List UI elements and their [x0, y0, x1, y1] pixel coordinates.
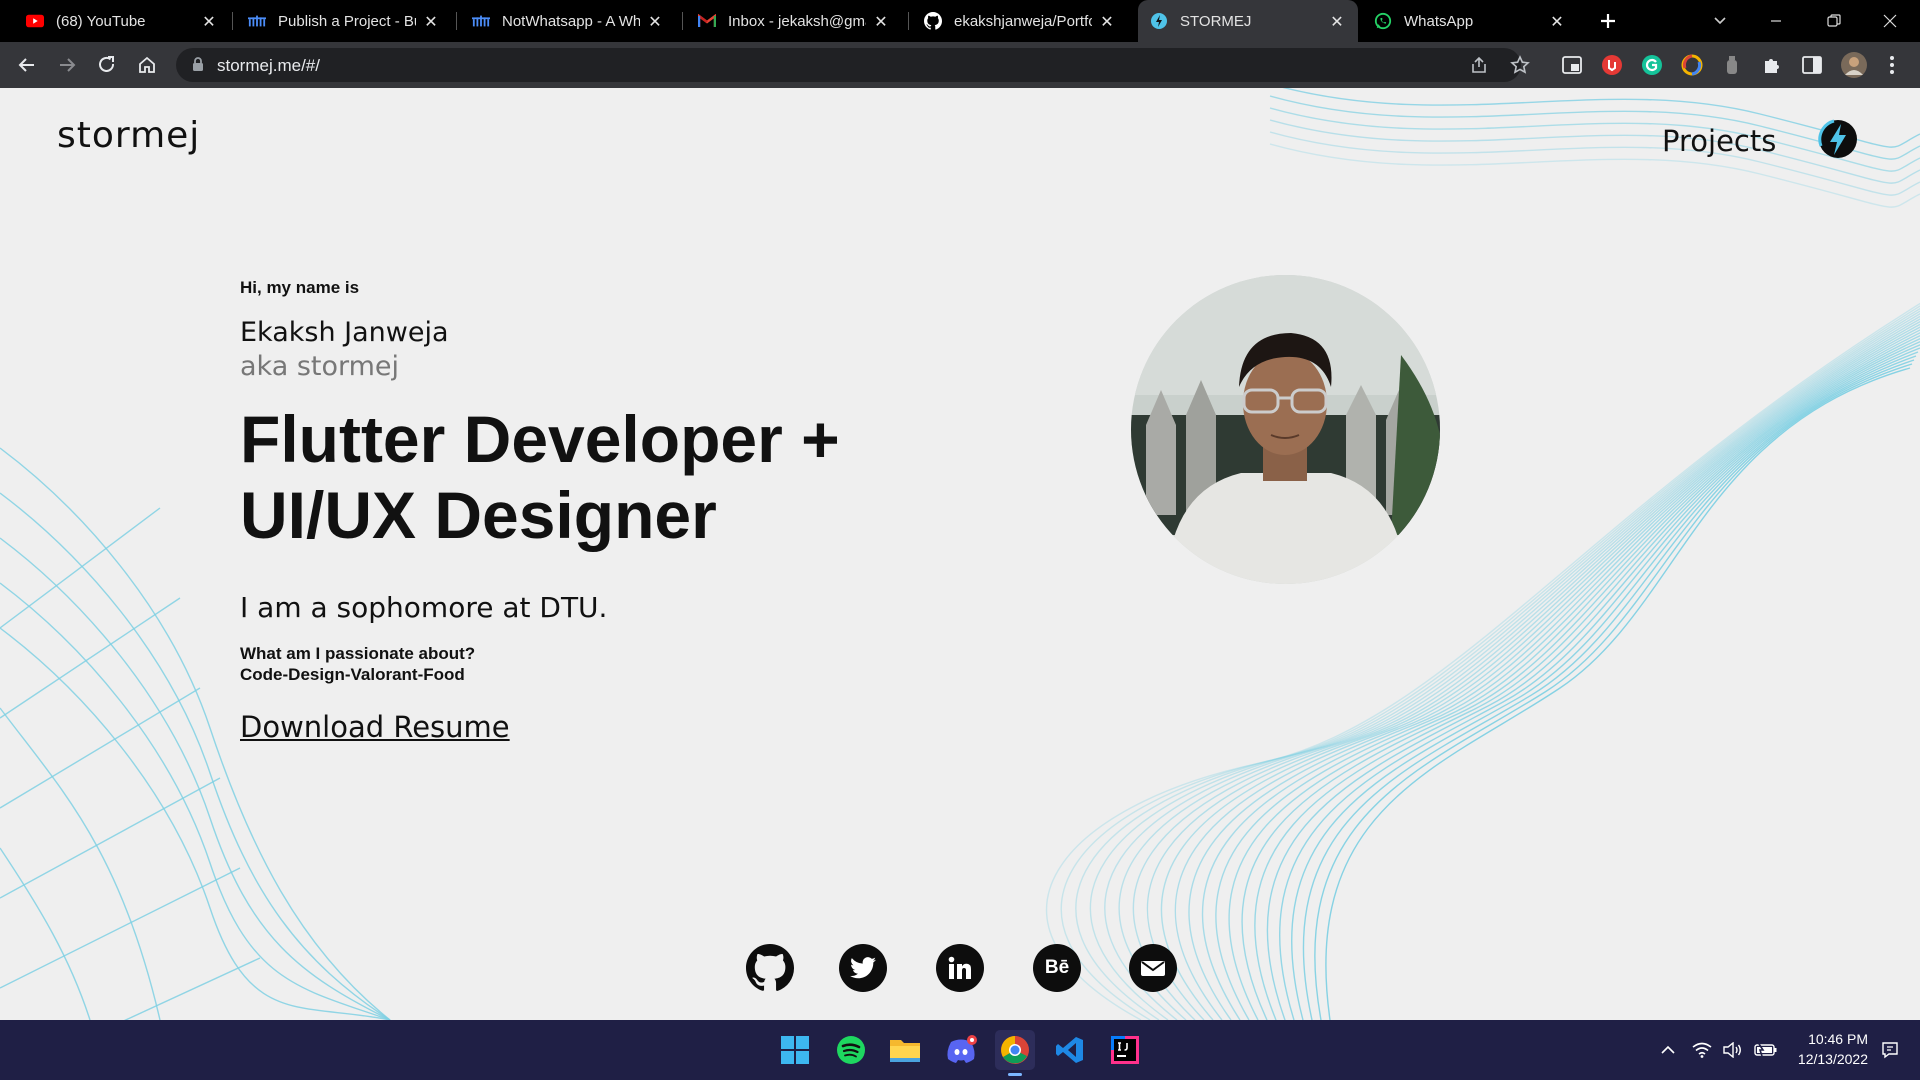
close-tab-icon[interactable]: ✕ — [422, 12, 440, 31]
mail-icon[interactable] — [1129, 944, 1177, 992]
close-tab-icon[interactable]: ✕ — [1098, 12, 1116, 31]
site-icon — [1150, 12, 1168, 30]
tab-title: Inbox - jekaksh@gma — [728, 12, 866, 30]
picture-in-picture-icon[interactable] — [1560, 53, 1584, 77]
passion-question: What am I passionate about? — [240, 644, 476, 663]
browser-toolbar: stormej.me/#/ — [0, 42, 1920, 88]
site-logo[interactable]: stormej — [57, 115, 200, 156]
home-button[interactable] — [132, 50, 162, 80]
close-tab-icon[interactable]: ✕ — [872, 12, 890, 31]
tab-divider — [232, 12, 233, 30]
tab-divider — [908, 12, 909, 30]
intro-text: I am a sophomore at DTU. — [240, 591, 608, 624]
lightning-bolt-icon[interactable] — [1817, 118, 1859, 160]
tab-divider — [682, 12, 683, 30]
tab-publish-project[interactable]: Publish a Project - Bu ✕ — [236, 0, 452, 42]
lock-icon[interactable] — [192, 57, 204, 76]
share-icon[interactable] — [1469, 55, 1489, 79]
twitter-icon[interactable] — [839, 944, 887, 992]
reload-button[interactable] — [92, 50, 122, 80]
tab-title: Publish a Project - Bu — [278, 12, 416, 30]
download-resume-link[interactable]: Download Resume — [240, 710, 510, 744]
forward-button[interactable] — [52, 50, 82, 80]
tab-title: WhatsApp — [1404, 12, 1474, 30]
profile-avatar[interactable] — [1840, 51, 1868, 79]
nav-projects-link[interactable]: Projects — [1662, 124, 1776, 158]
clock-date: 12/13/2022 — [1797, 1051, 1868, 1067]
tab-search-button[interactable] — [1692, 0, 1748, 42]
close-tab-icon[interactable]: ✕ — [1548, 12, 1566, 31]
restore-button[interactable] — [1806, 0, 1862, 42]
alias-text: aka stormej — [240, 351, 400, 382]
whatsapp-icon — [1374, 12, 1392, 30]
github-icon — [924, 12, 942, 30]
address-bar[interactable]: stormej.me/#/ — [176, 48, 1530, 82]
devfolio-icon — [248, 12, 266, 30]
tab-strip: (68) YouTube ✕ Publish a Project - Bu ✕ … — [0, 0, 1920, 42]
webpage: stormej Projects Hi, my name is Ekaksh J… — [0, 88, 1920, 1020]
tab-title: NotWhatsapp - A Wh — [502, 12, 640, 30]
behance-icon[interactable]: Bē — [1033, 944, 1081, 992]
tab-gmail-inbox[interactable]: Inbox - jekaksh@gma ✕ — [686, 0, 902, 42]
github-icon[interactable] — [746, 944, 794, 992]
file-explorer-icon[interactable] — [885, 1030, 925, 1070]
tab-stormej[interactable]: STORMEJ ✕ — [1138, 0, 1358, 42]
extensions-puzzle-icon[interactable] — [1760, 53, 1784, 77]
windows-taskbar: 10:46 PM 12/13/2022 — [0, 1020, 1920, 1080]
intellij-icon[interactable] — [1105, 1030, 1145, 1070]
gmail-icon — [698, 12, 716, 30]
discord-icon[interactable] — [941, 1030, 981, 1070]
extension-red-icon[interactable] — [1600, 53, 1624, 77]
tab-title: ekakshjanweja/Portfol — [954, 12, 1092, 30]
bookmark-star-icon[interactable] — [1510, 55, 1530, 79]
spotify-icon[interactable] — [831, 1030, 871, 1070]
new-tab-button[interactable] — [1584, 0, 1632, 42]
close-tab-icon[interactable]: ✕ — [200, 12, 218, 31]
system-clock[interactable]: 10:46 PM 12/13/2022 — [1788, 1029, 1868, 1069]
person-name: Ekaksh Janweja — [240, 317, 449, 348]
tab-title: (68) YouTube — [56, 12, 146, 30]
youtube-icon — [26, 12, 44, 30]
volume-icon[interactable] — [1722, 1040, 1742, 1060]
grammarly-icon[interactable] — [1640, 53, 1664, 77]
close-tab-icon[interactable]: ✕ — [1328, 12, 1346, 31]
passion-answer: Code-Design-Valorant-Food — [240, 665, 465, 684]
windows-start-icon[interactable] — [775, 1030, 815, 1070]
headline-line: UI/UX Designer — [240, 478, 717, 552]
side-panel-icon[interactable] — [1800, 53, 1824, 77]
linkedin-icon[interactable] — [936, 944, 984, 992]
active-app-indicator — [1008, 1073, 1022, 1076]
tab-divider — [456, 12, 457, 30]
minimize-button[interactable] — [1748, 0, 1804, 42]
back-button[interactable] — [12, 50, 42, 80]
clock-time: 10:46 PM — [1808, 1031, 1868, 1047]
profile-photo — [1131, 275, 1440, 584]
chrome-icon[interactable] — [995, 1030, 1035, 1076]
greeting-text: Hi, my name is — [240, 278, 360, 297]
devfolio-icon — [472, 12, 490, 30]
show-hidden-icons-chevron-icon[interactable] — [1658, 1040, 1678, 1060]
colorful-extension-icon[interactable] — [1680, 53, 1704, 77]
headline: Flutter Developer + UI/UX Designer — [240, 401, 940, 553]
tab-notwhatsapp[interactable]: NotWhatsapp - A Wh ✕ — [460, 0, 676, 42]
url-text[interactable]: stormej.me/#/ — [217, 56, 320, 76]
tab-whatsapp[interactable]: WhatsApp ✕ — [1362, 0, 1578, 42]
decorative-wave-lines — [0, 88, 1920, 1020]
headline-line: Flutter Developer + — [240, 402, 840, 476]
tab-youtube[interactable]: (68) YouTube ✕ — [14, 0, 230, 42]
wifi-icon[interactable] — [1692, 1040, 1712, 1060]
vscode-icon[interactable] — [1050, 1030, 1090, 1070]
tab-github-portfolio[interactable]: ekakshjanweja/Portfol ✕ — [912, 0, 1128, 42]
close-tab-icon[interactable]: ✕ — [646, 12, 664, 31]
battery-icon[interactable] — [1754, 1040, 1778, 1060]
bottle-extension-icon[interactable] — [1720, 53, 1744, 77]
notifications-icon[interactable] — [1880, 1040, 1900, 1060]
tab-title: STORMEJ — [1180, 12, 1252, 30]
close-window-button[interactable] — [1862, 0, 1918, 42]
browser-menu-icon[interactable] — [1880, 53, 1904, 77]
